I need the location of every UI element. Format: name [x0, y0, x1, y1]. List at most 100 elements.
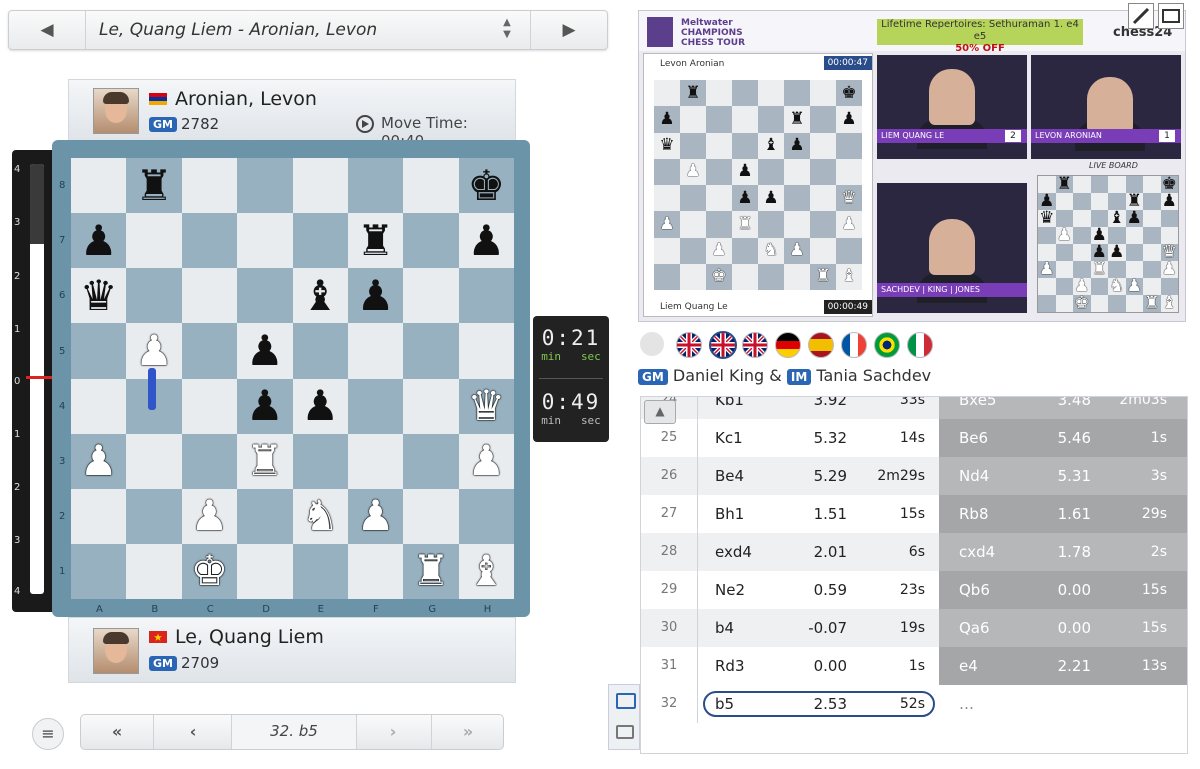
square-e6[interactable]: ♝	[292, 268, 348, 324]
move-row[interactable]: 29 Ne2 0.59 23s Qb6 0.00 15s	[641, 571, 1187, 609]
move-row[interactable]: 24Kb13.9233sBxe53.482m03s	[641, 397, 1187, 419]
square-f5[interactable]	[347, 323, 404, 379]
square-a3[interactable]: ♟	[71, 433, 127, 489]
square-a7[interactable]: ♟	[71, 213, 127, 269]
list-icon[interactable]	[616, 693, 636, 709]
square-d6[interactable]	[237, 268, 293, 324]
square-g5[interactable]	[403, 323, 459, 379]
square-b1[interactable]	[126, 543, 182, 599]
square-c2[interactable]: ♟	[181, 488, 238, 544]
square-f4[interactable]	[347, 378, 404, 434]
square-a4[interactable]	[71, 378, 127, 434]
language-brazil-flag-icon[interactable]	[874, 332, 900, 358]
black-move[interactable]: cxd4	[959, 533, 995, 571]
white-move[interactable]: Ne2	[715, 571, 745, 609]
move-row[interactable]: 30 b4 -0.07 19s Qa6 0.00 15s	[641, 609, 1187, 647]
square-c7[interactable]	[181, 213, 238, 269]
square-f8[interactable]	[347, 158, 404, 214]
next-move-button[interactable]: ›	[355, 715, 431, 749]
square-e4[interactable]: ♟	[292, 378, 348, 434]
black-move[interactable]: Nd4	[959, 457, 989, 495]
black-pawn-icon[interactable]: ♟	[467, 219, 505, 262]
white-queen-icon[interactable]: ♛	[467, 385, 505, 427]
black-move[interactable]: Bxe5	[959, 397, 996, 419]
move-row[interactable]: 31 Rd3 0.00 1s e4 2.21 13s	[641, 647, 1187, 685]
black-move[interactable]: Be6	[959, 419, 988, 457]
square-d4[interactable]: ♟	[237, 378, 293, 434]
black-rook-icon[interactable]: ♜	[357, 219, 395, 262]
video-camera-icon[interactable]	[640, 332, 664, 356]
square-b7[interactable]	[126, 213, 182, 269]
square-e2[interactable]: ♞	[292, 488, 348, 544]
language-english-flag-icon[interactable]	[709, 331, 737, 359]
chess-board[interactable]: ♜ ♚ ♟ ♜ ♟ ♛ ♝ ♟ ♟ ♟ ♟ ♟ ♛ ♟ ♜ ♟ ♟ ♞ ♟ ♚ ♜ ♝	[71, 158, 514, 599]
square-b6[interactable]	[126, 268, 182, 324]
square-e3[interactable]	[292, 433, 348, 489]
move-row[interactable]: 27 Bh1 1.51 15s Rb8 1.61 29s	[641, 495, 1187, 533]
white-move[interactable]: Rd3	[715, 647, 745, 685]
square-a6[interactable]: ♛	[71, 268, 127, 324]
white-pawn-icon[interactable]: ♟	[80, 440, 118, 482]
square-a5[interactable]	[71, 323, 127, 379]
square-f3[interactable]	[347, 433, 404, 489]
language-german-flag-icon[interactable]	[775, 332, 801, 358]
black-pawn-icon[interactable]: ♟	[246, 385, 284, 427]
previous-game-button[interactable]: ◀	[9, 11, 86, 49]
square-h2[interactable]	[458, 488, 514, 544]
square-e1[interactable]	[292, 543, 348, 599]
white-move[interactable]: exd4	[715, 533, 752, 571]
square-d8[interactable]	[237, 158, 293, 214]
square-f1[interactable]	[347, 543, 404, 599]
square-c6[interactable]	[181, 268, 238, 324]
square-d7[interactable]	[237, 213, 293, 269]
black-bishop-icon[interactable]: ♝	[301, 274, 339, 317]
square-b2[interactable]	[126, 488, 182, 544]
square-c3[interactable]	[181, 433, 238, 489]
square-b3[interactable]	[126, 433, 182, 489]
square-e5[interactable]	[292, 323, 348, 379]
last-move-button[interactable]: »	[431, 715, 504, 749]
black-move[interactable]: …	[959, 685, 974, 723]
square-h6[interactable]	[458, 268, 514, 324]
move-row[interactable]: 26 Be4 5.29 2m29s Nd4 5.31 3s	[641, 457, 1187, 495]
white-pawn-icon[interactable]: ♟	[191, 495, 229, 537]
black-move[interactable]: Qb6	[959, 571, 990, 609]
white-rook-icon[interactable]: ♜	[412, 550, 450, 592]
language-italy-flag-icon[interactable]	[907, 332, 933, 358]
menu-button[interactable]: ≡	[32, 718, 64, 750]
square-e8[interactable]	[292, 158, 348, 214]
white-pawn-icon[interactable]: ♟	[357, 495, 395, 537]
square-h8[interactable]: ♚	[458, 158, 514, 214]
square-c8[interactable]	[181, 158, 238, 214]
square-h5[interactable]	[458, 323, 514, 379]
square-a1[interactable]	[71, 543, 127, 599]
move-row[interactable]: 28 exd4 2.01 6s cxd4 1.78 2s	[641, 533, 1187, 571]
scroll-up-button[interactable]: ▲	[644, 400, 676, 424]
square-b8[interactable]: ♜	[126, 158, 182, 214]
language-english-flag-icon[interactable]	[676, 332, 702, 358]
square-g6[interactable]	[403, 268, 459, 324]
black-move[interactable]: Rb8	[959, 495, 989, 533]
white-pawn-icon[interactable]: ♟	[135, 329, 173, 372]
square-g2[interactable]	[403, 488, 459, 544]
white-move[interactable]: Bh1	[715, 495, 744, 533]
square-f6[interactable]: ♟	[347, 268, 404, 324]
black-rook-icon[interactable]: ♜	[135, 164, 173, 207]
white-move[interactable]: Be4	[715, 457, 744, 495]
white-pawn-icon[interactable]: ♟	[467, 440, 505, 482]
square-e7[interactable]	[292, 213, 348, 269]
video-stream[interactable]: Meltwater CHAMPIONS CHESS TOUR Lifetime Re…	[638, 10, 1186, 322]
popout-icon[interactable]	[1128, 3, 1154, 29]
black-queen-icon[interactable]: ♛	[80, 274, 118, 317]
square-a8[interactable]	[71, 158, 127, 214]
square-g4[interactable]	[403, 378, 459, 434]
black-pawn-icon[interactable]: ♟	[246, 329, 284, 372]
white-king-icon[interactable]: ♚	[191, 550, 229, 592]
square-g1[interactable]: ♜	[403, 543, 459, 599]
square-h1[interactable]: ♝	[458, 543, 514, 599]
black-pawn-icon[interactable]: ♟	[357, 274, 395, 317]
move-row[interactable]: 32 b5 2.53 52s…	[641, 685, 1187, 723]
square-g8[interactable]	[403, 158, 459, 214]
updown-icon[interactable]: ▲ ▼	[497, 17, 517, 43]
square-g3[interactable]	[403, 433, 459, 489]
